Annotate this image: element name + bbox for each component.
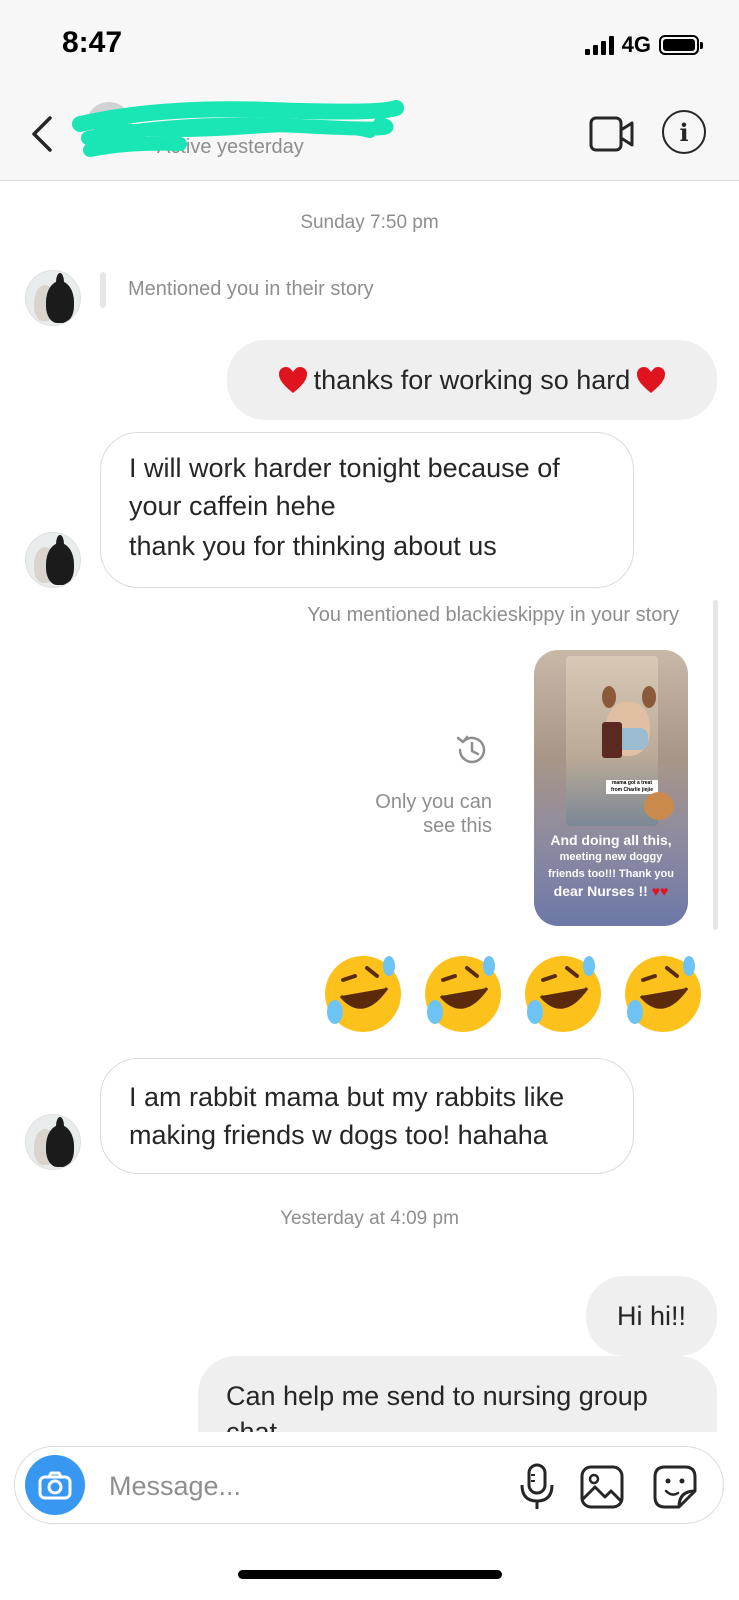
redaction-scribble <box>72 100 404 157</box>
message-text: I am rabbit mama but my rabbits like mak… <box>129 1082 565 1150</box>
mention-divider <box>100 272 106 308</box>
sticker-icon[interactable] <box>653 1465 697 1509</box>
only-you-notice: Only you can see this <box>375 791 492 837</box>
battery-icon <box>659 35 703 55</box>
message-input[interactable] <box>107 1463 491 1509</box>
message-incoming[interactable]: I will work harder tonight because of yo… <box>100 432 634 588</box>
message-incoming[interactable]: I am rabbit mama but my rabbits like mak… <box>100 1058 634 1174</box>
rofl-emoji-icon <box>625 956 701 1032</box>
message-text: Can help me send to nursing group chat <box>226 1381 648 1432</box>
back-chevron-icon[interactable] <box>28 112 58 156</box>
microphone-icon[interactable] <box>517 1463 557 1511</box>
message-text: thanks for working so hard <box>313 364 631 395</box>
status-bar: 8:47 4G <box>0 0 739 90</box>
gallery-icon[interactable] <box>580 1465 624 1509</box>
message-clip-region: Can help me send to nursing group chat <box>0 1356 739 1432</box>
message-text: Hi hi!! <box>616 1300 687 1331</box>
timestamp: Yesterday at 4:09 pm <box>280 1208 459 1229</box>
home-indicator[interactable] <box>238 1570 502 1579</box>
message-outgoing[interactable]: Can help me send to nursing group chat <box>198 1356 717 1432</box>
mention-notice: Mentioned you in their story <box>128 278 374 300</box>
status-indicators: 4G <box>584 32 703 58</box>
sender-avatar[interactable] <box>25 532 81 588</box>
camera-icon <box>38 1471 72 1500</box>
story-photo: mama got a treat from Charlie jiejie <box>566 656 674 826</box>
network-label: 4G <box>621 32 651 57</box>
message-text: I will work harder tonight because of yo… <box>129 453 560 521</box>
video-call-icon[interactable] <box>588 110 636 158</box>
dog-image <box>644 792 674 820</box>
emoji-message[interactable] <box>319 950 707 1038</box>
heart-emoji-icon <box>278 367 307 393</box>
rofl-emoji-icon <box>525 956 601 1032</box>
story-mention-notice: You mentioned blackieskippy in your stor… <box>307 604 679 626</box>
signal-icon <box>584 35 614 55</box>
story-caption: And doing all this, meeting new doggy fr… <box>548 832 674 899</box>
story-sticker-text: mama got a treat from Charlie jiejie <box>606 780 658 794</box>
sender-avatar[interactable] <box>25 270 81 326</box>
timestamp: Sunday 7:50 pm <box>300 212 439 233</box>
story-reply-card[interactable]: mama got a treat from Charlie jiejie And… <box>534 650 688 926</box>
message-outgoing[interactable]: thanks for working so hard <box>227 340 717 420</box>
chat-header: Active yesterday i <box>0 90 739 181</box>
message-composer <box>14 1446 724 1524</box>
rofl-emoji-icon <box>425 956 501 1032</box>
camera-button[interactable] <box>25 1455 85 1515</box>
info-icon[interactable]: i <box>662 110 706 154</box>
status-time: 8:47 <box>62 26 123 59</box>
rofl-emoji-icon <box>325 956 401 1032</box>
heart-emoji-icon <box>637 367 666 393</box>
message-outgoing[interactable]: Hi hi!! <box>586 1276 717 1356</box>
scrollbar[interactable] <box>713 600 718 930</box>
sender-avatar[interactable] <box>25 1114 81 1170</box>
coffee-cup-image <box>602 722 622 758</box>
history-icon <box>456 735 486 764</box>
message-text: thank you for thinking about us <box>129 531 497 561</box>
